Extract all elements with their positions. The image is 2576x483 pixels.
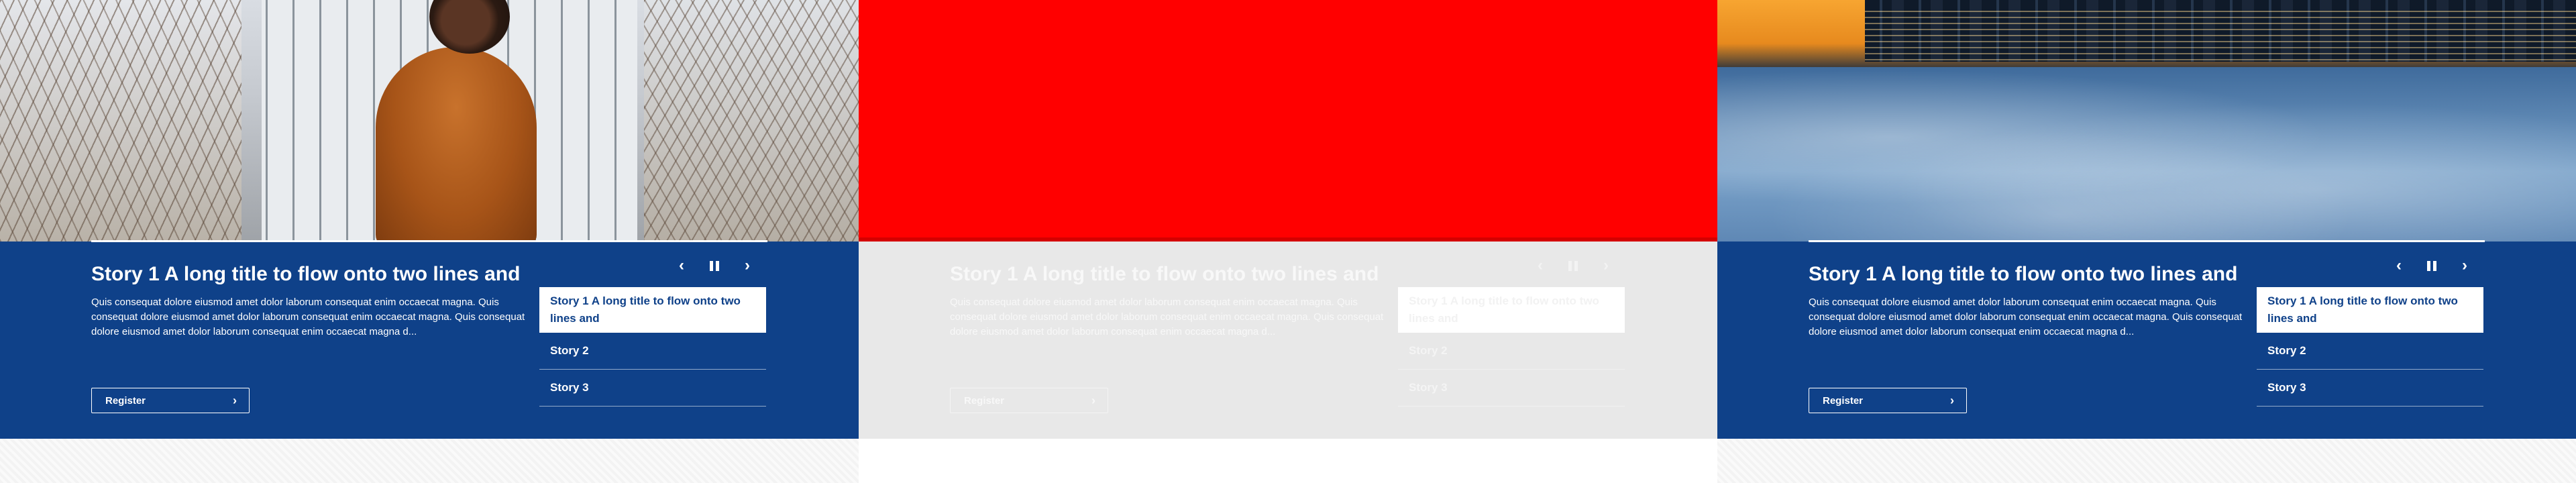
previous-button[interactable]: ‹	[2388, 255, 2410, 276]
story-list-item-3[interactable]: Story 3	[1398, 370, 1625, 407]
transparent-background	[0, 439, 859, 483]
chevron-right-icon: ›	[2462, 256, 2467, 274]
story-list-item-1[interactable]: Story 1 A long title to flow onto two li…	[539, 287, 766, 333]
progress-rule	[91, 240, 767, 242]
story-title: Story 1 A long title to flow onto two li…	[950, 263, 1379, 285]
story-list-item-3[interactable]: Story 3	[2257, 370, 2483, 407]
frozen-lake	[1717, 67, 2576, 241]
bare-trees-right	[644, 0, 859, 241]
hero-image-red-placeholder	[859, 0, 1717, 241]
pause-button[interactable]	[704, 255, 725, 276]
register-button-label: Register	[1823, 394, 1864, 407]
chevron-right-icon: ›	[233, 394, 237, 407]
pause-button[interactable]	[2421, 255, 2443, 276]
register-button[interactable]: Register ›	[950, 388, 1108, 413]
carousel-controls: ‹ ›	[1529, 255, 1617, 276]
story-description: Quis consequat dolore eiusmod amet dolor…	[1809, 297, 2243, 337]
register-button-label: Register	[105, 394, 146, 407]
chevron-right-icon: ›	[1091, 394, 1095, 407]
story-list-item-2[interactable]: Story 2	[1398, 333, 1625, 370]
story-list: Story 1 A long title to flow onto two li…	[539, 287, 766, 407]
hero-image-city-frozen-lake	[1717, 0, 2576, 241]
chevron-right-icon: ›	[1950, 394, 1954, 407]
story-title: Story 1 A long title to flow onto two li…	[91, 263, 521, 285]
chevron-left-icon: ‹	[679, 256, 684, 274]
story-list-item-1[interactable]: Story 1 A long title to flow onto two li…	[2257, 287, 2483, 333]
carousel-controls: ‹ ›	[2388, 255, 2475, 276]
story-list-item-3[interactable]: Story 3	[539, 370, 766, 407]
story-bar: Story 1 A long title to flow onto two li…	[0, 241, 859, 439]
next-button[interactable]: ›	[2454, 255, 2475, 276]
next-button[interactable]: ›	[1595, 255, 1617, 276]
register-button[interactable]: Register ›	[1809, 388, 1967, 413]
register-button-label: Register	[964, 394, 1005, 407]
chevron-right-icon: ›	[1603, 256, 1609, 274]
story-bar: Story 1 A long title to flow onto two li…	[859, 241, 1717, 439]
story-list: Story 1 A long title to flow onto two li…	[1398, 287, 1625, 407]
carousel-panel-2: Story 1 A long title to flow onto two li…	[859, 0, 1717, 483]
woman-brown-coat	[376, 47, 537, 241]
bare-trees-left	[0, 0, 241, 241]
next-button[interactable]: ›	[737, 255, 758, 276]
page-background	[859, 439, 1717, 483]
previous-button[interactable]: ‹	[671, 255, 692, 276]
city-lights	[1865, 7, 2576, 60]
story-list-item-2[interactable]: Story 2	[539, 333, 766, 370]
hero-image-woman	[0, 0, 859, 241]
pause-button[interactable]	[1562, 255, 1584, 276]
story-list-item-2[interactable]: Story 2	[2257, 333, 2483, 370]
story-list-item-1[interactable]: Story 1 A long title to flow onto two li…	[1398, 287, 1625, 333]
register-button[interactable]: Register ›	[91, 388, 250, 413]
pause-icon	[2427, 260, 2436, 271]
pause-icon	[710, 260, 719, 271]
carousel-controls: ‹ ›	[671, 255, 758, 276]
chevron-left-icon: ‹	[1538, 256, 1543, 274]
story-description: Quis consequat dolore eiusmod amet dolor…	[91, 297, 525, 337]
story-description: Quis consequat dolore eiusmod amet dolor…	[950, 297, 1384, 337]
previous-button[interactable]: ‹	[1529, 255, 1551, 276]
story-bar: Story 1 A long title to flow onto two li…	[1717, 241, 2576, 439]
chevron-left-icon: ‹	[2396, 256, 2402, 274]
chevron-right-icon: ›	[745, 256, 750, 274]
transparent-background	[1717, 439, 2576, 483]
story-list: Story 1 A long title to flow onto two li…	[2257, 287, 2483, 407]
progress-rule	[1809, 240, 2485, 242]
carousel-panel-1: Story 1 A long title to flow onto two li…	[0, 0, 859, 483]
story-title: Story 1 A long title to flow onto two li…	[1809, 263, 2238, 285]
pause-icon	[1568, 260, 1578, 271]
carousel-panel-3: Story 1 A long title to flow onto two li…	[1717, 0, 2576, 483]
